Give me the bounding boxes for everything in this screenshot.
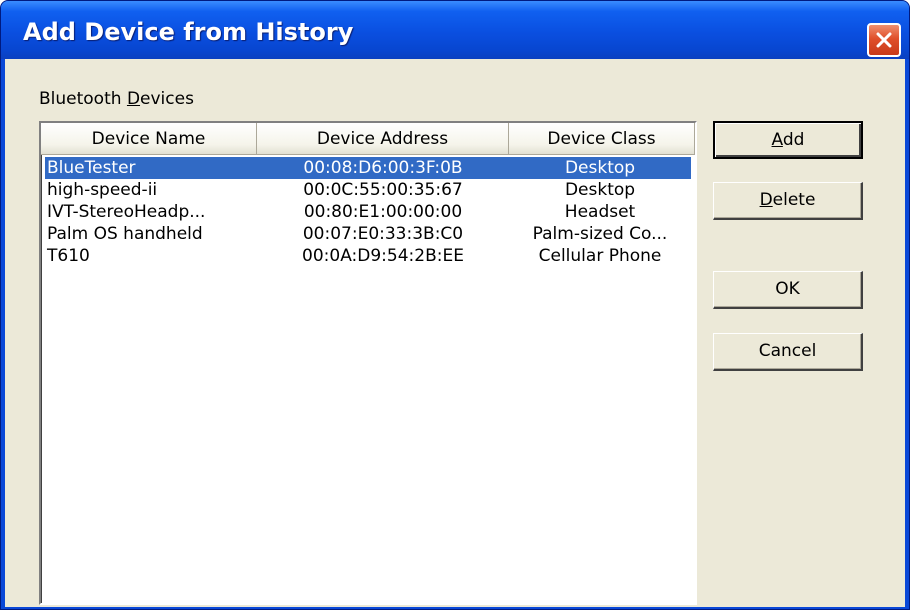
device-class-cell: Desktop [564,180,636,200]
device-name-cell: BlueTester [47,158,136,178]
device-name-cell: T610 [47,246,90,266]
device-class-cell: Headset [564,202,636,222]
ok-button[interactable]: OK [713,271,863,309]
delete-button[interactable]: Delete [713,182,863,220]
list-header: Device Name Device Address Device Class [41,123,695,155]
list-rows: BlueTester 00:08:D6:00:3F:0B Desktop hig… [41,157,695,267]
close-x-icon [876,32,892,48]
cancel-button[interactable]: Cancel [713,333,863,371]
device-address-cell: 00:80:E1:00:00:00 [303,202,463,222]
table-row[interactable]: Palm OS handheld 00:07:E0:33:3B:C0 Palm-… [45,223,691,245]
bluetooth-devices-label: Bluetooth Devices [39,89,194,109]
column-header-device-class[interactable]: Device Class [509,123,695,155]
add-label-rest: dd [782,130,805,150]
dialog-body: Bluetooth Devices Device Name Device Add… [5,59,905,607]
label-mnemonic: D [126,89,141,109]
add-mnemonic: A [771,130,783,150]
device-address-cell: 00:08:D6:00:3F:0B [303,158,463,178]
device-class-cell: Palm-sized Co... [532,224,668,244]
close-button[interactable] [867,23,901,57]
device-class-cell: Desktop [564,158,636,178]
label-text-suffix: evices [140,89,194,109]
device-name-cell: Palm OS handheld [47,224,203,244]
table-row[interactable]: IVT-StereoHeadp... 00:80:E1:00:00:00 Hea… [45,201,691,223]
table-row[interactable]: high-speed-ii 00:0C:55:00:35:67 Desktop [45,179,691,201]
delete-label-rest: elete [772,190,816,210]
device-name-cell: high-speed-ii [47,180,158,200]
table-row[interactable]: BlueTester 00:08:D6:00:3F:0B Desktop [45,157,691,179]
delete-mnemonic: D [759,190,773,210]
device-class-cell: Cellular Phone [538,246,662,266]
table-row[interactable]: T610 00:0A:D9:54:2B:EE Cellular Phone [45,245,691,267]
device-address-cell: 00:0A:D9:54:2B:EE [302,246,464,266]
device-list[interactable]: Device Name Device Address Device Class … [39,121,697,605]
dialog-title: Add Device from History [23,18,354,46]
column-header-device-name[interactable]: Device Name [41,123,257,155]
device-address-cell: 00:0C:55:00:35:67 [303,180,463,200]
dialog-window: Add Device from History Bluetooth Device… [0,0,910,610]
title-bar[interactable]: Add Device from History [1,1,909,59]
label-text-prefix: Bluetooth [39,89,127,109]
column-header-device-address[interactable]: Device Address [257,123,509,155]
device-address-cell: 00:07:E0:33:3B:C0 [302,224,464,244]
add-button[interactable]: Add [713,121,863,159]
device-name-cell: IVT-StereoHeadp... [47,202,206,222]
